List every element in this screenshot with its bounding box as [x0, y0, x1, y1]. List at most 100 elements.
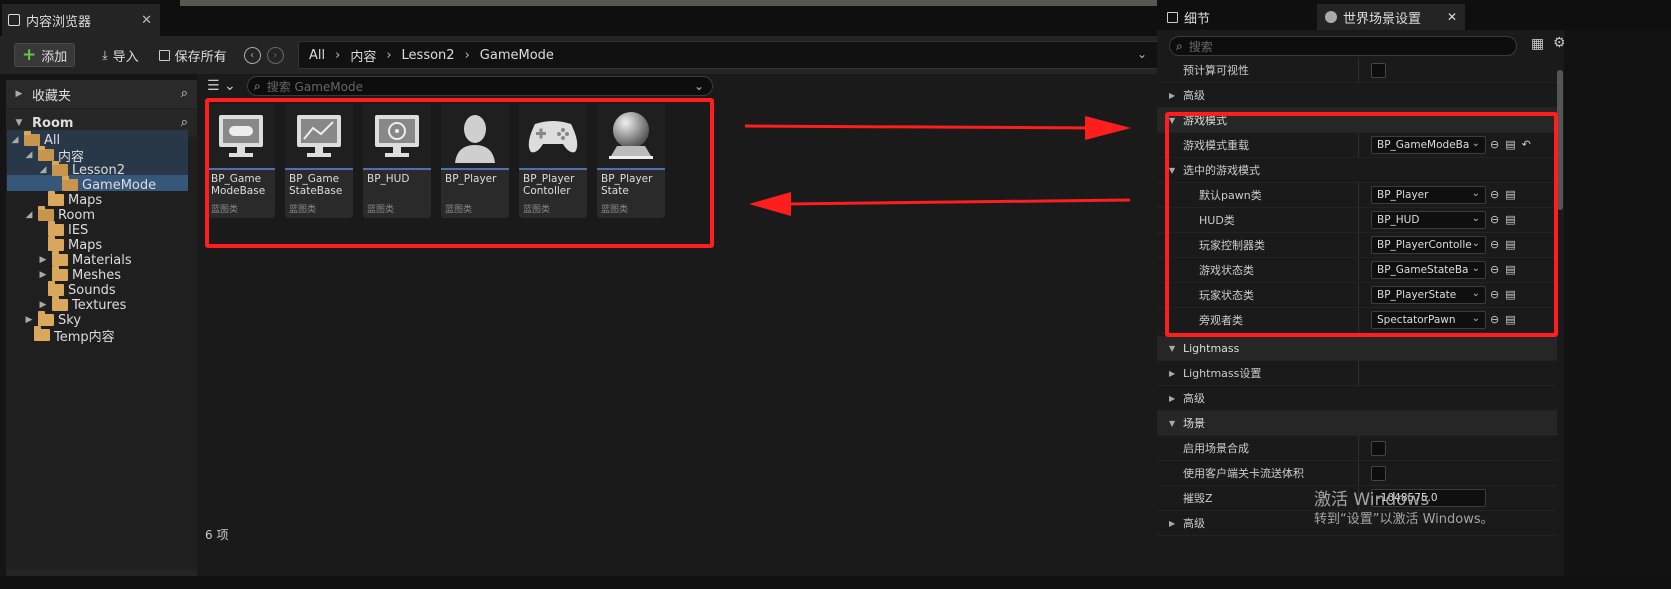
property-row[interactable]: ▶ Lightmass设置: [1157, 361, 1557, 386]
sources-panel: ▶ 收藏夹 ⌕ ▼ Room ⌕ ◢ All ◢ 内容 ◢ Lesson2 GameM…: [6, 80, 200, 589]
chevron-down-icon[interactable]: ⌄: [1137, 47, 1147, 61]
property-row: 使用客户端关卡流送体积: [1157, 461, 1557, 486]
tree-item-label: Lesson2: [72, 162, 126, 178]
property-name: 高级: [1183, 392, 1205, 405]
highlight-box: [205, 98, 714, 248]
checkbox[interactable]: [1371, 466, 1386, 481]
details-icon: [1167, 11, 1178, 23]
category-lightmass[interactable]: ▼ Lightmass: [1157, 336, 1557, 361]
activation-watermark: 激活 Windows 转到“设置”以激活 Windows。: [1314, 490, 1494, 530]
tree-item-textures[interactable]: ▶ Textures: [38, 296, 127, 313]
asset-view: ☰ ⌄ ⌕ 搜索 GameMode ⌄ BP_Game ModeBase 蓝图类…: [197, 74, 1157, 589]
details-search-input[interactable]: ⌕ 搜索: [1169, 36, 1517, 56]
folder-icon: [52, 296, 68, 311]
close-icon[interactable]: ✕: [1447, 10, 1457, 24]
chevron-right-icon: ▶: [1169, 393, 1176, 403]
tree-item-lesson2[interactable]: ◢ Lesson2: [38, 161, 126, 178]
table-view-icon[interactable]: ▦: [1531, 36, 1544, 52]
checkbox[interactable]: [1371, 441, 1386, 456]
chevron-right-icon: ▶: [39, 255, 47, 265]
tab-world-settings[interactable]: 世界场景设置 ✕: [1317, 4, 1465, 30]
folder-icon: [52, 161, 68, 176]
tree-item-label: GameMode: [82, 177, 157, 193]
property-name: 启用场景合成: [1183, 442, 1249, 455]
folder-icon: [52, 251, 68, 266]
forward-icon[interactable]: ›: [266, 46, 284, 64]
chevron-down-icon: ▼: [15, 118, 23, 128]
add-button-label: 添加: [41, 49, 68, 65]
tab-world-settings-label: 世界场景设置: [1343, 11, 1422, 27]
item-count: 6 项: [205, 528, 229, 542]
chevron-down-icon: ◢: [11, 135, 19, 145]
asset-search-placeholder: 搜索 GameMode: [266, 79, 363, 94]
search-icon: ⌕: [1176, 38, 1183, 53]
chevron-right-icon: ›: [464, 47, 470, 63]
favorites-header[interactable]: ▶ 收藏夹 ⌕: [6, 80, 200, 108]
chevron-right-icon: ▶: [39, 270, 47, 280]
details-panel: 细节 世界场景设置 ✕ ⌕ 搜索 ▦ ⚙ 预计算可视性 ▶ 高级 ▼ 游戏模式 游戏…: [1157, 0, 1671, 589]
chevron-right-icon: ▶: [15, 89, 23, 99]
tab-details[interactable]: 细节: [1159, 4, 1309, 30]
add-button[interactable]: + 添加: [14, 43, 76, 67]
globe-icon: [1325, 11, 1337, 23]
content-browser: 内容浏览器 ✕ + 添加 ⤓ 导入 保存所有 ‹ › All › 内容 › Le…: [0, 0, 1240, 589]
back-icon[interactable]: ‹: [243, 46, 261, 64]
folder-icon: [38, 311, 54, 326]
property-name: 使用客户端关卡流送体积: [1183, 467, 1304, 480]
chevron-down-icon: ◢: [25, 210, 33, 220]
category-scene[interactable]: ▼ 场景: [1157, 411, 1557, 436]
tree-item-label: Maps: [68, 237, 103, 253]
tree-item-maps[interactable]: Maps: [48, 191, 102, 208]
chevron-down-icon: ▼: [1169, 343, 1176, 353]
column-divider: [1358, 361, 1359, 385]
watermark-line1: 激活 Windows: [1314, 490, 1430, 510]
chevron-down-icon[interactable]: ⌄: [694, 79, 704, 93]
property-name: 高级: [1183, 89, 1205, 102]
column-divider: [1358, 58, 1359, 82]
breadcrumb: All › 内容 › Lesson2 › GameMode ⌄: [298, 41, 1160, 69]
asset-search-input[interactable]: ⌕ 搜索 GameMode ⌄: [247, 76, 713, 96]
save-all-button[interactable]: 保存所有: [152, 43, 234, 67]
tree-item-all[interactable]: ◢ All: [10, 131, 60, 148]
folder-icon: [48, 236, 64, 251]
room-header-label: Room: [32, 115, 74, 131]
property-row: 启用场景合成: [1157, 436, 1557, 461]
viewport-strip: [180, 0, 1240, 6]
property-row: 预计算可视性: [1157, 58, 1557, 83]
filter-icon[interactable]: ☰ ⌄: [207, 78, 236, 94]
import-button[interactable]: ⤓ 导入: [95, 43, 145, 67]
tree-item-label: Materials: [72, 252, 132, 268]
plus-icon: +: [22, 45, 37, 65]
import-icon: ⤓: [102, 47, 108, 62]
arrowhead-right: [1085, 116, 1131, 140]
property-row[interactable]: ▶ 高级: [1157, 83, 1557, 108]
chevron-right-icon: ▶: [1169, 518, 1176, 528]
property-name: 摧毁Z: [1183, 492, 1213, 505]
tab-content-browser[interactable]: 内容浏览器 ✕: [2, 4, 160, 36]
category-label: 场景: [1183, 417, 1205, 430]
folder-icon: [52, 266, 68, 281]
search-icon[interactable]: ⌕: [181, 86, 188, 101]
close-icon[interactable]: ✕: [141, 13, 152, 28]
tree-item-label: Textures: [72, 297, 127, 313]
details-right-area: [1564, 30, 1671, 589]
property-name: 高级: [1183, 517, 1205, 530]
checkbox[interactable]: [1371, 63, 1386, 78]
folder-icon: [62, 176, 78, 191]
breadcrumb-item[interactable]: All: [309, 48, 325, 63]
category-label: Lightmass: [1183, 341, 1240, 355]
chevron-right-icon: ▶: [25, 315, 33, 325]
tree-item-temp[interactable]: Temp内容: [34, 326, 115, 345]
breadcrumb-item[interactable]: GameMode: [480, 48, 554, 63]
folder-icon: [38, 206, 54, 221]
property-row[interactable]: ▶ 高级: [1157, 386, 1557, 411]
chevron-down-icon: ◢: [25, 150, 33, 160]
highlight-box: [1165, 112, 1558, 337]
folder-icon: [34, 326, 50, 341]
tree-item-room[interactable]: ◢ Room: [24, 206, 95, 223]
search-icon[interactable]: ⌕: [181, 115, 188, 130]
tree-item-gamemode[interactable]: GameMode: [62, 176, 157, 193]
breadcrumb-item[interactable]: Lesson2: [402, 48, 455, 63]
breadcrumb-item[interactable]: 内容: [350, 46, 376, 65]
chevron-down-icon: ▼: [1169, 418, 1176, 428]
